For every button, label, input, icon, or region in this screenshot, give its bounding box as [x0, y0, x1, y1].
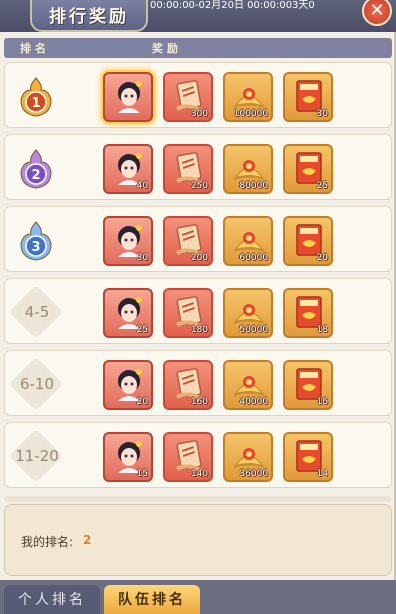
reward-quantity: 200	[190, 253, 208, 263]
reward-quantity: 20	[136, 397, 148, 407]
reward-quantity: 36000	[239, 469, 268, 479]
title-tab: 排行奖励	[30, 0, 148, 32]
reward-quantity: 60000	[239, 253, 268, 263]
reward-column-header: 奖励	[152, 42, 182, 55]
reward-item[interactable]: 40000	[223, 360, 273, 410]
reward-row: 6-10 20 160 40000 16	[4, 350, 392, 416]
reward-item[interactable]: 60000	[223, 216, 273, 266]
tab-personal-rank[interactable]: 个人排名	[4, 585, 100, 614]
reward-quantity: 50000	[239, 325, 268, 335]
reward-quantity: 250	[190, 181, 208, 191]
reward-item[interactable]: 80000	[223, 144, 273, 194]
reward-quantity: 18	[316, 325, 328, 335]
tab-team-rank[interactable]: 队伍排名	[104, 585, 200, 614]
rank-column-header: 排名	[20, 42, 50, 55]
reward-row: 4-5 25 180 50000 18	[4, 278, 392, 344]
svg-text:3: 3	[31, 240, 40, 255]
rank-2-medal-icon: 2	[20, 149, 52, 189]
reward-item[interactable]: 140	[163, 432, 213, 482]
reward-quantity: 25	[316, 181, 328, 191]
my-rank-box: 我的排名: 2	[4, 504, 392, 576]
svg-text:2: 2	[31, 168, 40, 183]
reward-quantity: 80000	[239, 181, 268, 191]
reward-quantity: 14	[316, 469, 328, 479]
reward-item[interactable]: 36000	[223, 432, 273, 482]
rank-range-label: 11-20	[15, 447, 59, 465]
reward-item[interactable]: 25	[103, 288, 153, 338]
reward-item[interactable]: 18	[283, 288, 333, 338]
rank-3-medal-icon: 3	[20, 221, 52, 261]
reward-row: 2 40 250 80000 25	[4, 134, 392, 200]
reward-item[interactable]: 160	[163, 360, 213, 410]
reward-quantity: 180	[190, 325, 208, 335]
reward-row: 11-20 15 140 36000 14	[4, 422, 392, 488]
reward-item[interactable]: 14	[283, 432, 333, 482]
reward-quantity: 140	[190, 469, 208, 479]
rank-range-label: 6-10	[19, 375, 55, 393]
reward-item[interactable]: 20	[103, 360, 153, 410]
reward-item[interactable]: 200	[163, 216, 213, 266]
ranking-reward-panel: 00:00:00-02月20日 00:00:003天0 排行奖励 ✕ 排名 奖励…	[0, 0, 396, 580]
reward-item[interactable]: 30	[103, 216, 153, 266]
reward-quantity: 300	[190, 109, 208, 119]
reward-item[interactable]: 100000	[223, 72, 273, 122]
reward-item[interactable]: 15	[103, 432, 153, 482]
reward-quantity: 40	[136, 181, 148, 191]
reward-quantity: 160	[190, 397, 208, 407]
reward-item[interactable]: 50000	[223, 288, 273, 338]
reward-row: 1 300 100000 30	[4, 62, 392, 128]
reward-row: 3 30 200 60000 20	[4, 206, 392, 272]
rank-1-medal-icon: 1	[20, 77, 52, 117]
reward-item[interactable]: 300	[163, 72, 213, 122]
reward-quantity: 100000	[233, 109, 268, 119]
reward-item[interactable]: 30	[283, 72, 333, 122]
event-time-text: 00:00:00-02月20日 00:00:003天0	[150, 0, 315, 11]
list-divider	[4, 496, 392, 502]
reward-item[interactable]: 25	[283, 144, 333, 194]
reward-item[interactable]: 180	[163, 288, 213, 338]
reward-list[interactable]: 1 300 100000 30 2 40 250 80000 25 3 30 200 60000 20 4-…	[0, 62, 396, 502]
tab-bar: 个人排名 队伍排名	[0, 582, 396, 614]
title-bar: 00:00:00-02月20日 00:00:003天0 排行奖励	[0, 0, 396, 32]
reward-quantity: 30	[136, 253, 148, 263]
reward-quantity: 15	[136, 469, 148, 479]
reward-item[interactable]: 250	[163, 144, 213, 194]
page-title: 排行奖励	[49, 7, 129, 27]
column-header: 排名 奖励	[4, 38, 392, 58]
rank-range-label: 4-5	[24, 303, 50, 321]
reward-item[interactable]	[103, 72, 153, 122]
my-rank-value: 2	[83, 533, 92, 547]
character-portrait-icon	[118, 81, 142, 113]
reward-quantity: 40000	[239, 397, 268, 407]
reward-quantity: 20	[316, 253, 328, 263]
reward-quantity: 16	[316, 397, 328, 407]
reward-item[interactable]: 16	[283, 360, 333, 410]
svg-text:1: 1	[31, 96, 40, 111]
my-rank-label: 我的排名:	[21, 535, 74, 549]
reward-item[interactable]: 20	[283, 216, 333, 266]
reward-quantity: 25	[136, 325, 148, 335]
reward-quantity: 30	[316, 109, 328, 119]
reward-item[interactable]: 40	[103, 144, 153, 194]
